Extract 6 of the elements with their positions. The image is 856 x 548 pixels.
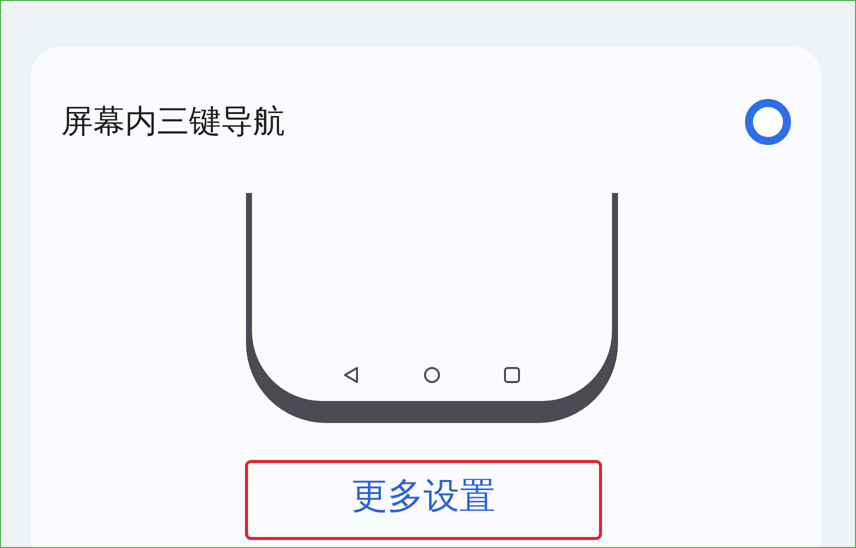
radio-button[interactable] <box>745 99 791 145</box>
recents-icon <box>504 367 520 383</box>
home-icon <box>424 367 440 383</box>
back-icon <box>344 367 358 383</box>
more-settings-button[interactable]: 更多设置 <box>245 460 602 540</box>
option-label: 屏幕内三键导航 <box>61 101 285 142</box>
